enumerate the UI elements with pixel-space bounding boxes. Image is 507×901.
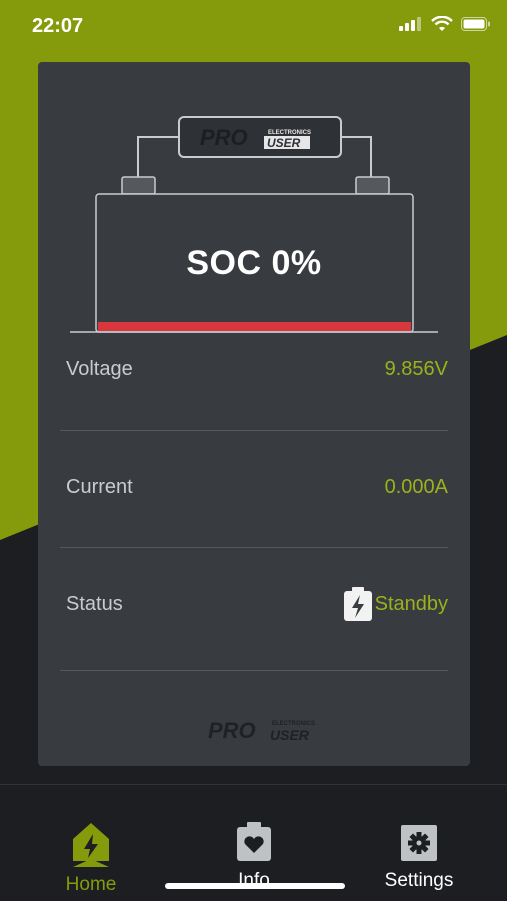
footer-logo-pro: PRO bbox=[208, 718, 256, 743]
status-label: Status bbox=[66, 592, 123, 615]
status-value-group: Standby bbox=[343, 587, 448, 621]
tab-home-label: Home bbox=[65, 874, 117, 895]
battery-illustration: PRO ELECTRONICS USER bbox=[70, 116, 438, 333]
voltage-label: Voltage bbox=[66, 357, 133, 380]
tab-info[interactable]: Info bbox=[184, 821, 324, 892]
current-label: Current bbox=[66, 475, 133, 498]
wifi-icon bbox=[431, 16, 453, 31]
divider bbox=[60, 547, 448, 548]
home-icon bbox=[73, 823, 109, 867]
divider bbox=[60, 430, 448, 431]
gear-icon bbox=[401, 825, 437, 861]
current-row: Current 0.000A bbox=[60, 467, 448, 507]
cable-logo-user: USER bbox=[267, 136, 301, 150]
signal-icon bbox=[399, 17, 421, 31]
cable-logo-pro: PRO bbox=[200, 125, 248, 150]
brand-logo: PRO ELECTRONICS USER bbox=[208, 718, 315, 743]
voltage-value: 9.856V bbox=[384, 357, 448, 380]
footer-logo-user: USER bbox=[270, 727, 310, 743]
soc-readout: SOC 0% bbox=[186, 244, 322, 282]
status-bar: 22:07 bbox=[0, 0, 507, 56]
tab-home[interactable]: Home bbox=[21, 821, 161, 896]
status-row: Status Standby bbox=[60, 584, 448, 624]
voltage-row: Voltage 9.856V bbox=[60, 349, 448, 389]
tab-settings[interactable]: Settings bbox=[349, 821, 489, 892]
status-icons bbox=[399, 16, 491, 32]
home-indicator[interactable] bbox=[165, 883, 345, 889]
tab-settings-label: Settings bbox=[384, 870, 454, 891]
clock: 22:07 bbox=[32, 15, 84, 37]
status-value: Standby bbox=[374, 592, 448, 615]
battery-charging-icon bbox=[343, 587, 372, 621]
battery-heart-icon bbox=[237, 822, 271, 861]
battery-card: PRO ELECTRONICS USER SOC 0% Voltage 9.85… bbox=[38, 62, 470, 766]
current-value: 0.000A bbox=[384, 475, 448, 498]
battery-icon bbox=[461, 17, 490, 31]
divider bbox=[60, 670, 448, 671]
